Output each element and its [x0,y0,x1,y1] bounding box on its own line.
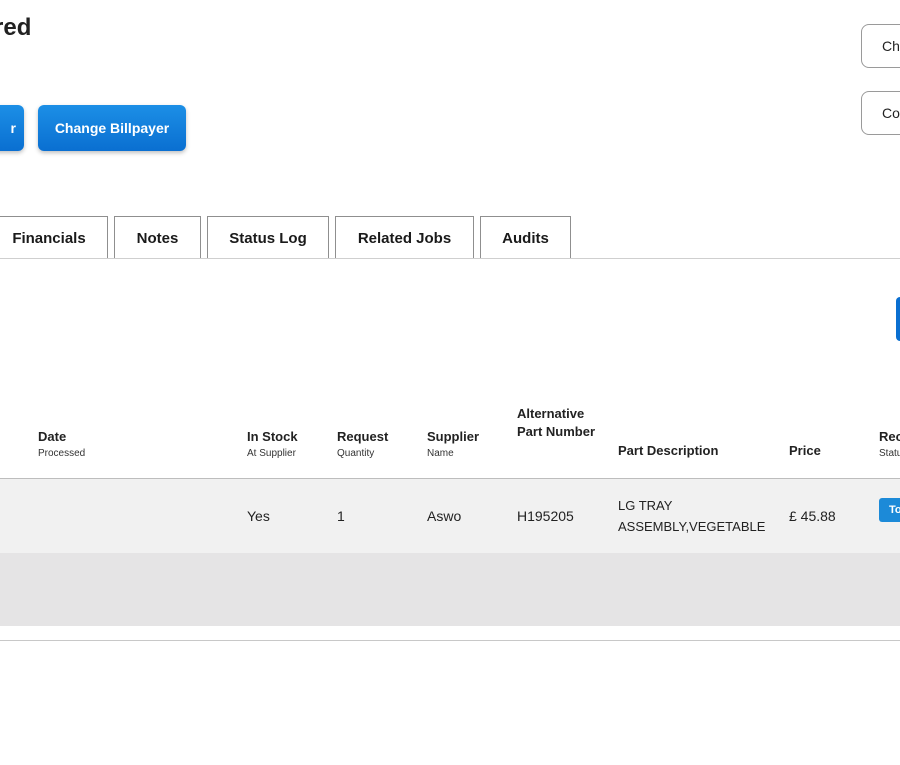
column-header-sublabel: Name [427,448,454,459]
column-header-part-description: Part Description [618,443,719,458]
column-header-label: Rec [879,429,900,444]
status-badge[interactable]: To [879,498,900,522]
column-header-label: In Stock [247,429,298,444]
cell-part-description: LG TRAY ASSEMBLY,VEGETABLE [618,498,766,534]
page-title: red [0,14,32,41]
cell-alt-part-number: H195205 [517,508,574,524]
table-row-empty [0,553,900,626]
column-header-label: Request [337,429,389,444]
column-header-date: Date Processed [38,428,85,460]
change-billpayer-button[interactable]: Change Billpayer [38,105,186,151]
tab-audits[interactable]: Audits [480,216,571,259]
tabs-divider [0,258,900,259]
right-action-button-2[interactable]: Co [861,91,900,135]
column-header-price: Price [789,443,821,458]
tab-status-log[interactable]: Status Log [207,216,329,259]
column-header-alt-part-number: Alternative Part Number [517,406,596,439]
cell-in-stock: Yes [247,508,270,524]
cell-supplier: Aswo [427,508,462,524]
tab-related-jobs[interactable]: Related Jobs [335,216,474,259]
column-header-request: Request Quantity [337,428,388,460]
column-header-sublabel: At Supplier [247,448,296,459]
column-header-in-stock: In Stock At Supplier [247,428,298,460]
column-header-supplier: Supplier Name [427,428,479,460]
cell-price: £ 45.88 [789,508,836,524]
column-header-label: Supplier [427,429,480,444]
table-bottom-divider [0,640,900,641]
column-header-sublabel: Processed [38,448,86,459]
column-header-label: Date [38,429,67,444]
column-header-sublabel: Quantity [337,448,375,459]
offscreen-action-button[interactable] [896,297,900,341]
action-button-partial[interactable]: r [0,105,24,151]
tab-notes[interactable]: Notes [114,216,201,259]
column-header-sublabel: Statu [879,448,900,459]
cell-quantity: 1 [337,508,345,524]
right-action-button-1[interactable]: Ch [861,24,900,68]
column-header-request-status: Rec Statu [879,428,900,460]
tab-financials[interactable]: Financials [0,216,108,259]
